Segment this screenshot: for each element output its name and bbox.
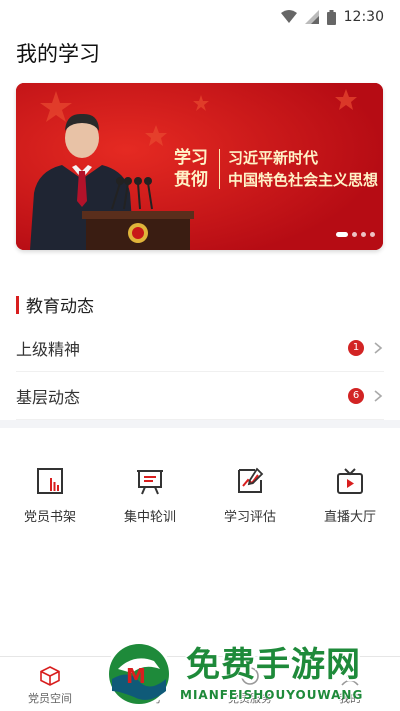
count-badge: 6 [348,387,364,404]
count-badge: 1 [348,339,364,356]
evaluation-chart-icon [238,467,264,493]
banner-divider [219,149,220,189]
cube-icon [40,666,60,686]
feature-grid: 党员书架 集中轮训 学习评估 直播大厅 [0,466,400,525]
grid-item-label: 党员书架 [23,510,76,525]
banner-slogan-right: 习近平新时代 中国特色社会主义思想 [228,147,378,191]
grid-item-label: 学习评估 [223,510,276,525]
banner-slogan-left: 学习 贯彻 [174,147,208,191]
page-title: 我的学习 [16,42,100,66]
watermark-subtext: MIANFEISHOUYOUWANG [180,688,364,702]
banner-carousel[interactable]: 学习 贯彻 习近平新时代 中国特色社会主义思想 [16,83,383,250]
carousel-dot[interactable] [352,232,357,237]
chevron-right-icon [374,389,383,402]
wifi-icon [280,10,297,23]
watermark-overlay: M 免费手游网 MIANFEISHOUYOUWANG [104,637,394,711]
status-icons: 12:30 [280,7,384,27]
section-divider [0,420,400,428]
banner-slogan-right-line2: 中国特色社会主义思想 [228,171,379,189]
status-time: 12:30 [343,9,384,25]
list-item-superior-spirit[interactable]: 上级精神 1 [16,324,384,372]
carousel-dot[interactable] [361,232,366,237]
section-accent-bar [16,295,19,314]
signal-icon [304,10,319,24]
section-header: 教育动态 [16,292,94,317]
carousel-dot-active[interactable] [336,232,348,237]
grid-item-bookshelf[interactable]: 党员书架 [0,466,100,525]
grid-item-label: 直播大厅 [323,510,376,525]
list-item-grassroots-news[interactable]: 基层动态 6 [16,372,384,420]
tab-label: 党员空间 [28,692,72,705]
chevron-right-icon [374,341,383,354]
status-bar: 12:30 [0,0,400,34]
banner-slogan-left-line1: 学习 [174,148,208,168]
tab-party-space[interactable]: 党员空间 [0,657,100,711]
section-title: 教育动态 [26,297,94,317]
banner-slogan-left-line2: 贯彻 [174,170,208,190]
grid-item-label: 集中轮训 [123,510,176,525]
bookshelf-icon [37,468,63,494]
list-item-label: 基层动态 [16,387,81,407]
watermark-logo-icon: M [106,641,172,707]
carousel-dot[interactable] [370,232,375,237]
grid-item-evaluation[interactable]: 学习评估 [200,466,300,525]
grid-item-live-hall[interactable]: 直播大厅 [300,466,400,525]
banner-slogan-right-line1: 习近平新时代 [228,149,319,167]
carousel-indicator [336,232,375,237]
list-item-label: 上级精神 [16,339,81,359]
watermark-text: 免费手游网 [186,645,361,685]
svg-text:M: M [126,664,146,688]
battery-icon [326,9,336,25]
live-tv-icon [337,468,363,494]
grid-item-training[interactable]: 集中轮训 [100,466,200,525]
presentation-board-icon [137,470,163,495]
